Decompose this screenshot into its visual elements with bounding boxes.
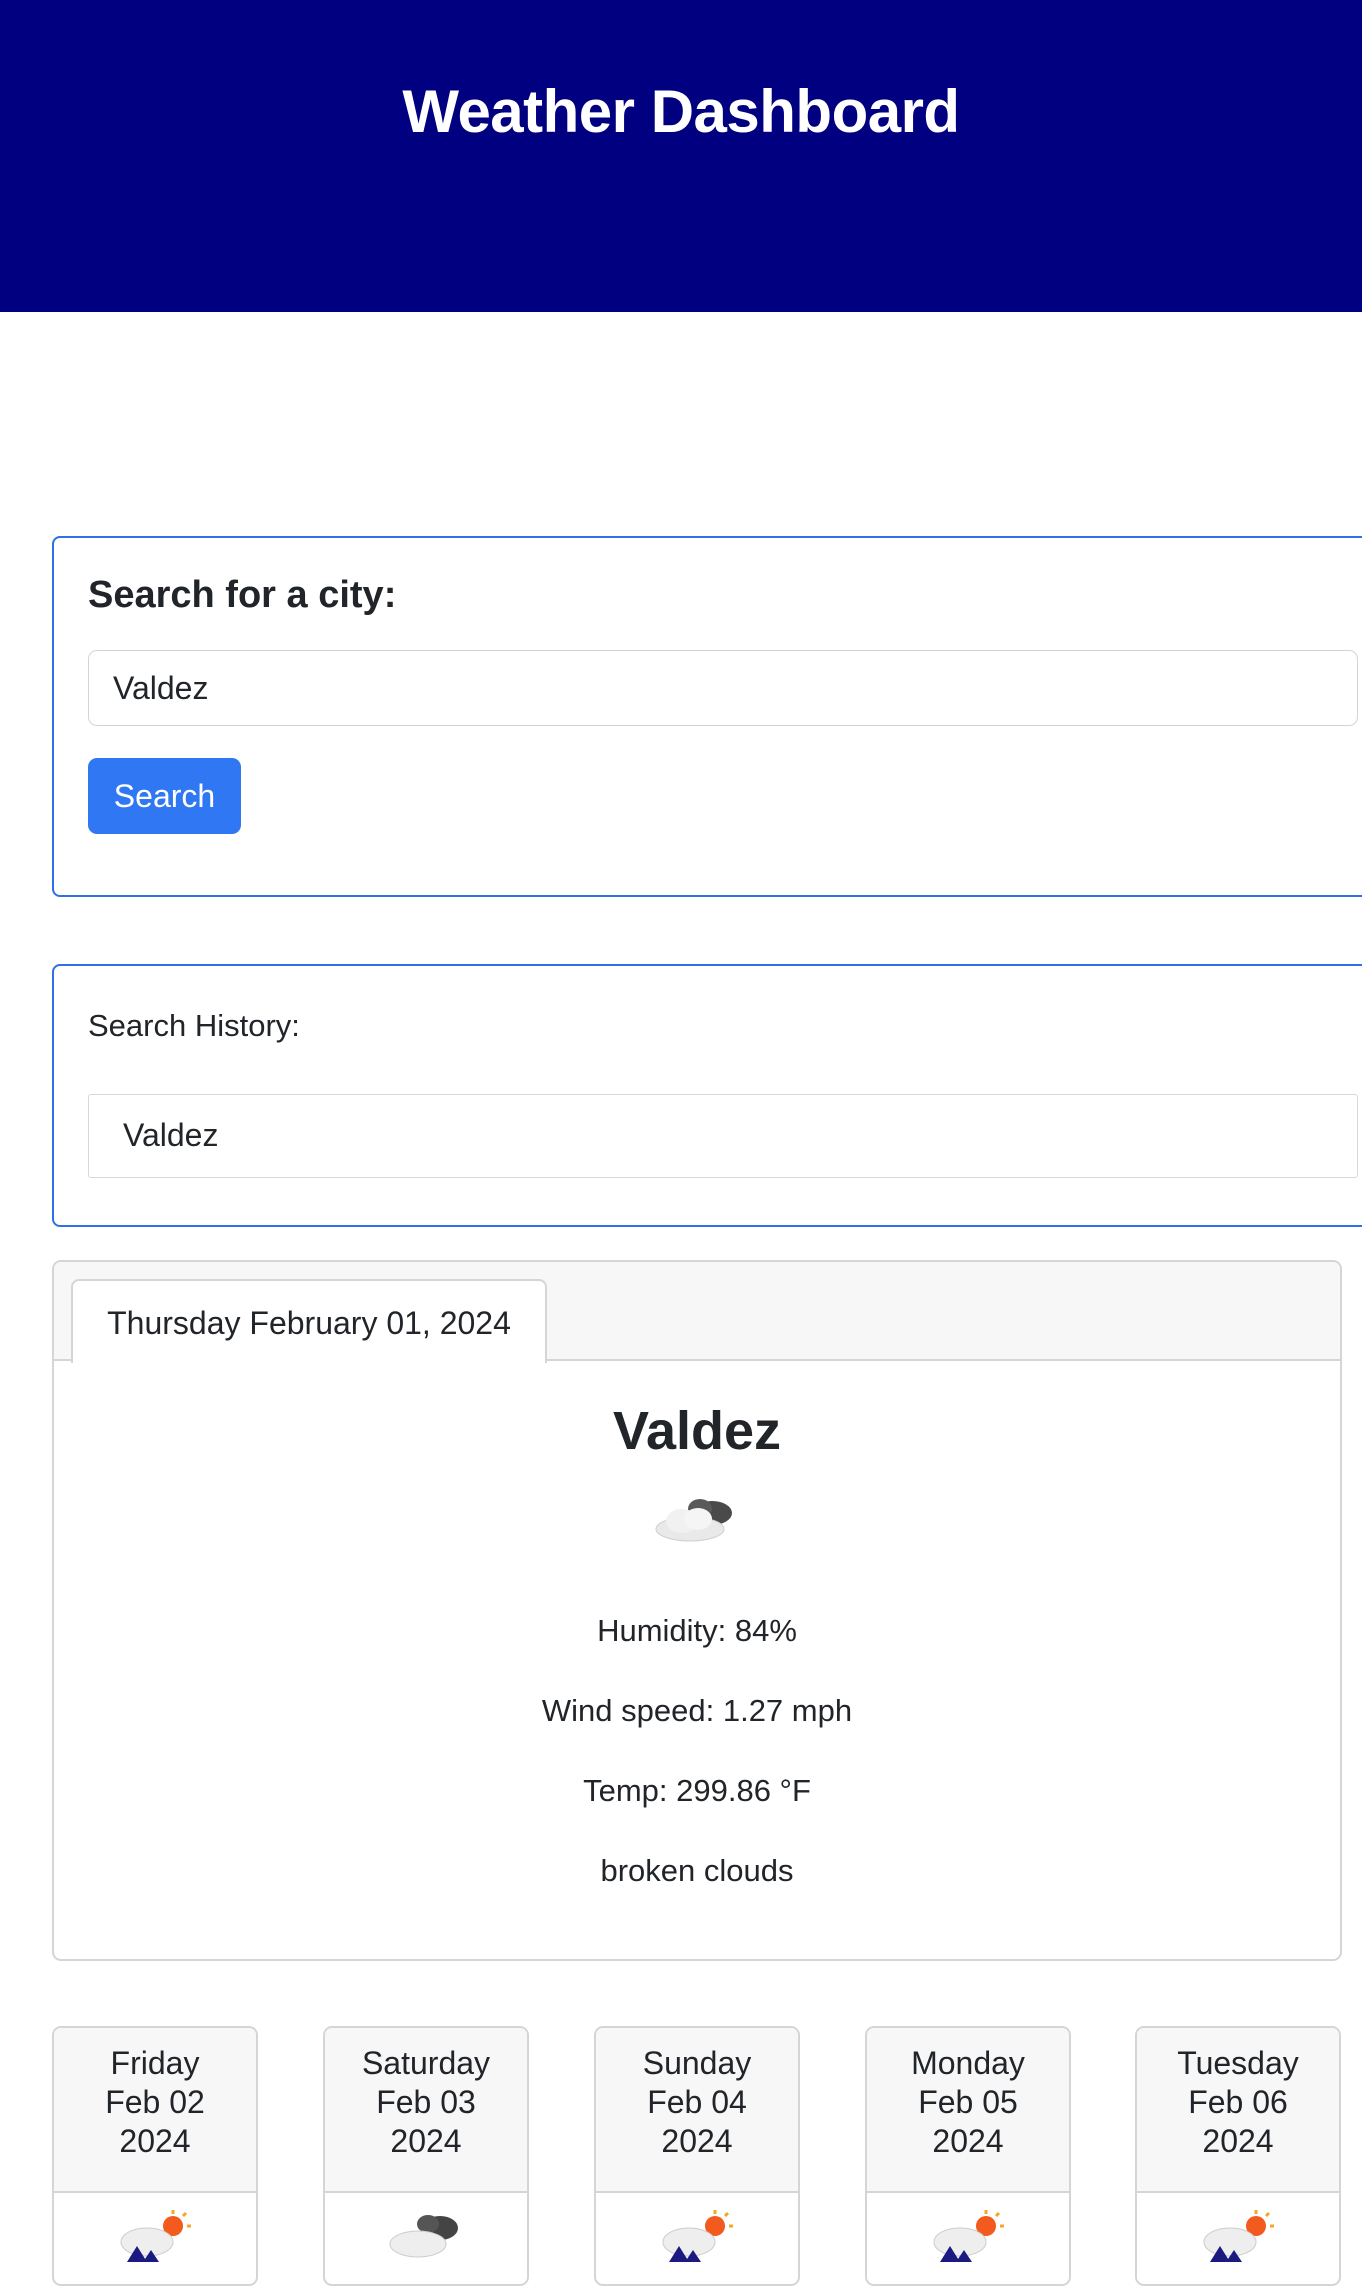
forecast-card: Tuesday Feb 06 2024 bbox=[1135, 2026, 1341, 2286]
forecast-header: Saturday Feb 03 2024 bbox=[325, 2028, 527, 2193]
search-history-item[interactable]: Valdez bbox=[88, 1094, 1358, 1178]
snow-sun-icon bbox=[662, 2210, 733, 2262]
snow-sun-icon bbox=[1203, 2210, 1274, 2262]
wind-speed-text: Wind speed: 1.27 mph bbox=[541, 1693, 853, 1728]
forecast-day: Sunday bbox=[642, 2045, 752, 2081]
snow-sun-icon bbox=[120, 2210, 191, 2262]
card-header: Thursday February 01, 2024 bbox=[54, 1262, 1340, 1363]
forecast-date: Feb 02 bbox=[105, 2084, 205, 2120]
forecast-day: Tuesday bbox=[1177, 2045, 1299, 2081]
forecast-year: 2024 bbox=[119, 2123, 191, 2159]
search-history-panel: Search History: Valdez bbox=[52, 964, 1362, 1227]
forecast-card: Friday Feb 02 2024 bbox=[52, 2026, 258, 2286]
forecast-card: Monday Feb 05 2024 bbox=[865, 2026, 1071, 2286]
page-title: Weather Dashboard bbox=[402, 78, 960, 145]
search-title: Search for a city: bbox=[88, 574, 397, 616]
search-panel: Search for a city: Search bbox=[52, 536, 1362, 897]
temperature-text: Temp: 299.86 °F bbox=[583, 1773, 811, 1808]
page-header: Weather Dashboard bbox=[0, 0, 1362, 312]
broken-clouds-icon bbox=[655, 1499, 732, 1542]
search-history-title: Search History: bbox=[88, 1008, 300, 1043]
forecast-card: Saturday Feb 03 2024 bbox=[323, 2026, 529, 2286]
forecast-date: Feb 04 bbox=[647, 2084, 747, 2120]
forecast-year: 2024 bbox=[661, 2123, 733, 2159]
humidity-text: Humidity: 84% bbox=[597, 1613, 797, 1648]
forecast-date: Feb 03 bbox=[376, 2084, 476, 2120]
current-weather-card: Thursday February 01, 2024 Valdez Humidi… bbox=[52, 1260, 1342, 1961]
forecast-day: Monday bbox=[911, 2045, 1025, 2081]
forecast-date: Feb 06 bbox=[1188, 2084, 1288, 2120]
weather-description: broken clouds bbox=[600, 1853, 794, 1888]
forecast-header: Sunday Feb 04 2024 bbox=[596, 2028, 798, 2193]
forecast-header: Monday Feb 05 2024 bbox=[867, 2028, 1069, 2193]
forecast-header: Friday Feb 02 2024 bbox=[54, 2028, 256, 2193]
current-date-tab[interactable]: Thursday February 01, 2024 bbox=[71, 1279, 547, 1363]
forecast-header: Tuesday Feb 06 2024 bbox=[1137, 2028, 1339, 2193]
search-button[interactable]: Search bbox=[88, 758, 241, 834]
forecast-year: 2024 bbox=[1202, 2123, 1274, 2159]
forecast-year: 2024 bbox=[932, 2123, 1004, 2159]
city-name: Valdez bbox=[612, 1401, 782, 1461]
cloudy-icon bbox=[389, 2215, 458, 2258]
forecast-day: Friday bbox=[110, 2045, 200, 2081]
forecast-card: Sunday Feb 04 2024 bbox=[594, 2026, 800, 2286]
forecast-year: 2024 bbox=[390, 2123, 462, 2159]
snow-sun-icon bbox=[933, 2210, 1004, 2262]
forecast-day: Saturday bbox=[361, 2045, 491, 2081]
city-search-input[interactable] bbox=[88, 650, 1358, 726]
forecast-date: Feb 05 bbox=[918, 2084, 1018, 2120]
